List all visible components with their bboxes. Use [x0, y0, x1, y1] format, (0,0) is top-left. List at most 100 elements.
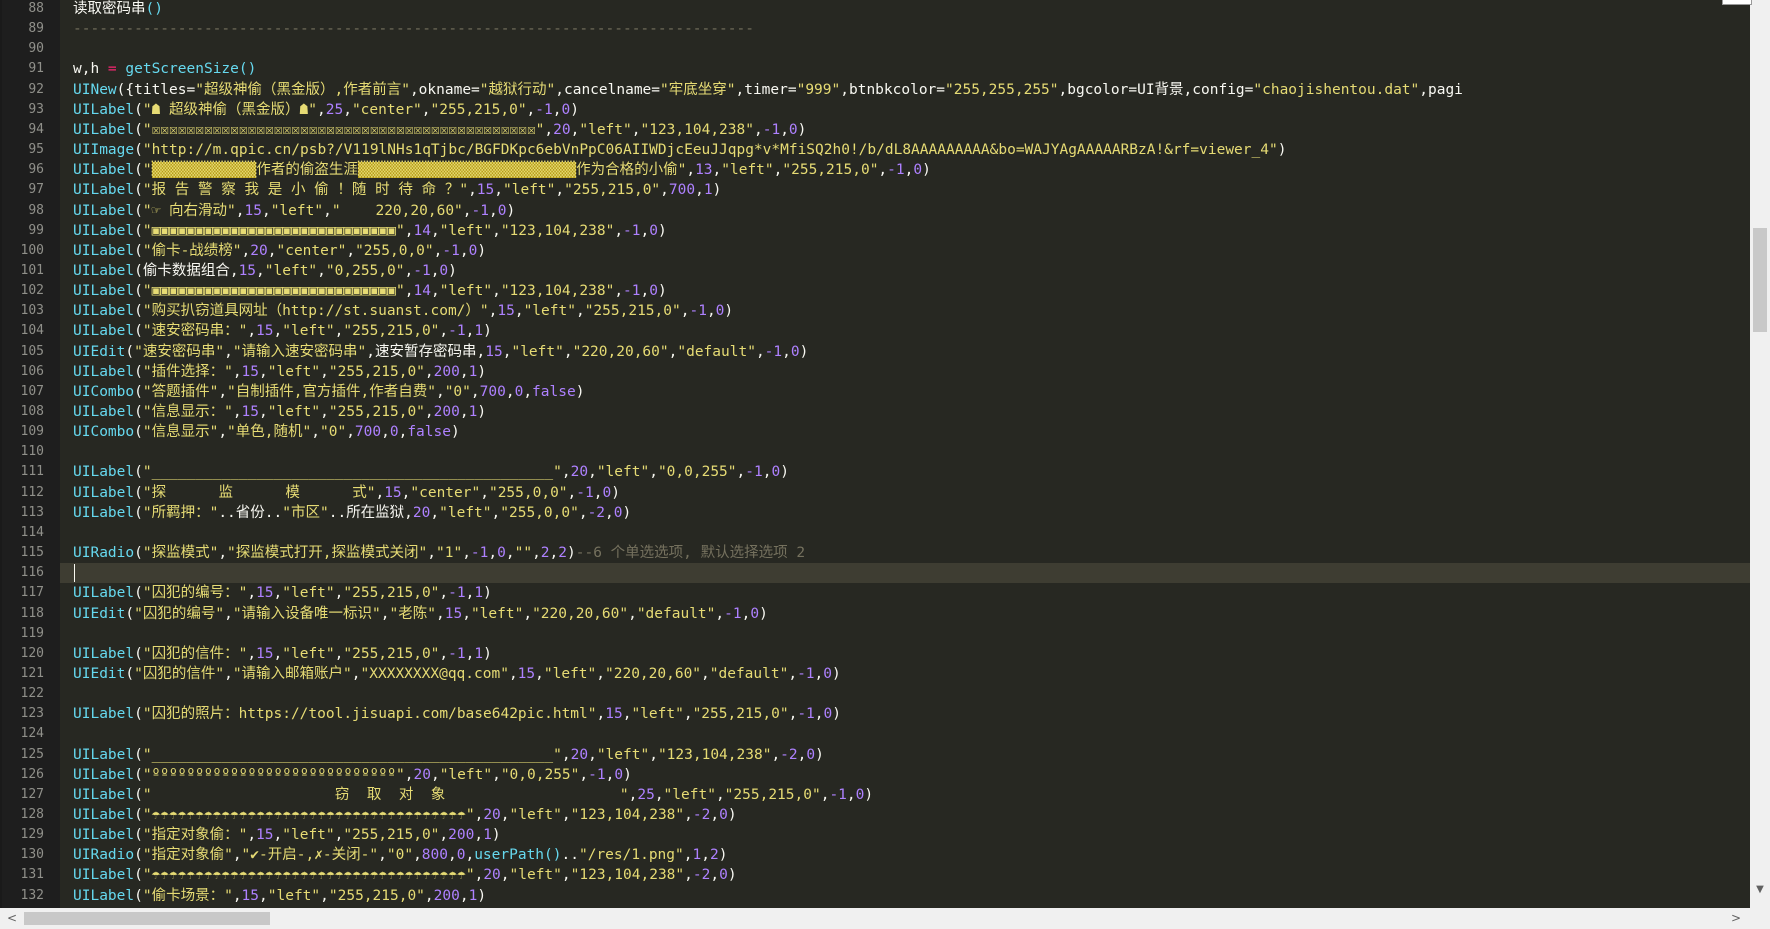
code-line[interactable]: UILabel("囚犯的编号：",15,"left","255,215,0",-…: [73, 583, 492, 603]
code-token: ,: [605, 505, 614, 521]
code-line[interactable]: UILabel("▣▣▣▣▣▣▣▣▣▣▣▣▣▣▣▣▣▣▣▣▣▣▣▣▣▣▣▣",1…: [73, 221, 667, 241]
code-line[interactable]: UILabel("☞ 向右滑动",15,"left"," 220,20,60",…: [73, 201, 515, 221]
code-line[interactable]: UILabel("_______________________________…: [73, 745, 824, 765]
code-line[interactable]: UILabel("信息显示：",15,"left","255,215,0",20…: [73, 402, 486, 422]
scroll-right-arrow-icon[interactable]: >: [1726, 908, 1746, 929]
code-token: "偷卡-战绩榜": [142, 243, 242, 259]
code-token: 15: [476, 182, 495, 198]
code-line[interactable]: UILabel("购买扒窃道具网址（http://st.suanst.com/）…: [73, 301, 733, 321]
code-line[interactable]: 读取密码串(): [73, 0, 163, 19]
vertical-scrollbar[interactable]: ▼: [1750, 0, 1770, 908]
scroll-down-arrow-icon[interactable]: ▼: [1750, 880, 1770, 900]
code-line[interactable]: UIEdit("速安密码串","请输入速安密码串",速安暂存密码串,15,"le…: [73, 342, 808, 362]
code-token: 20: [250, 243, 268, 259]
code-token: "left": [523, 303, 576, 319]
code-token: UILabel: [73, 706, 135, 722]
code-line[interactable]: UILabel("所羁押："..省份.."市区"..所在监狱,20,"left"…: [73, 503, 631, 523]
code-line[interactable]: UILabel("探 监 模 式",15,"center","255,0,0",…: [73, 483, 620, 503]
code-line[interactable]: UINew({titles="超级神偷（黑金版）,作者前言",okname="越…: [73, 80, 1463, 100]
code-token: ,: [480, 485, 489, 501]
code-line[interactable]: UIRadio("探监模式","探监模式打开,探监模式关闭","1",-1,0,…: [73, 543, 805, 563]
code-token: UIEdit: [73, 606, 126, 622]
code-line[interactable]: UILabel("☒☒☒☒☒☒☒☒☒☒☒☒☒☒☒☒☒☒☒☒☒☒☒☒☒☒☒☒☒☒☒…: [73, 120, 806, 140]
code-token: ,: [474, 807, 484, 823]
code-token: 0: [788, 122, 798, 138]
code-token: ,速安暂存密码串,: [366, 344, 486, 360]
code-line[interactable]: UILabel("☂☂☂☂☂☂☂☂☂☂☂☂☂☂☂☂☂☂☂☂☂☂☂☂☂☂☂☂☂☂☂…: [73, 805, 737, 825]
code-token: "left": [267, 404, 321, 420]
code-line[interactable]: UILabel("▒▒▒▒▒▒▒▒▒▒▒▒作者的偷盗生涯▒▒▒▒▒▒▒▒▒▒▒▒…: [73, 160, 931, 180]
code-token: ,: [563, 344, 573, 360]
code-token: -1: [797, 706, 815, 722]
code-token: ): [724, 303, 734, 319]
code-line[interactable]: UILabel("偷卡场景：",15,"left","255,215,0",20…: [73, 886, 486, 906]
code-line[interactable]: UICombo("答题插件","自制插件,官方插件,作者自费","0",700,…: [73, 382, 584, 402]
code-line[interactable]: UILabel("☗ 超级神偷（黑金版）☗",25,"center","255,…: [73, 100, 579, 120]
code-token: ): [815, 747, 824, 763]
code-token: ,: [430, 767, 440, 783]
code-line[interactable]: UILabel("囚犯的信件：",15,"left","255,215,0",-…: [73, 644, 492, 664]
code-line[interactable]: UIRadio("指定对象偷","✔-开启-,✗-关闭-","0",800,0,…: [73, 845, 727, 865]
code-line[interactable]: UILabel("▣▣▣▣▣▣▣▣▣▣▣▣▣▣▣▣▣▣▣▣▣▣▣▣▣▣▣▣",1…: [73, 281, 667, 301]
code-token: ,: [439, 323, 449, 339]
code-line[interactable]: UIEdit("囚犯的编号","请输入设备唯一标识","老陈",15,"left…: [73, 604, 768, 624]
code-line[interactable]: UILabel(偷卡数据组合,15,"left","0,255,0",-1,0): [73, 261, 457, 281]
code-token: ,: [780, 122, 789, 138]
code-token: "255,215,0": [343, 646, 440, 662]
code-token: 15: [238, 263, 257, 279]
code-token: "自制插件,官方插件,作者自费": [227, 384, 436, 400]
code-line[interactable]: UILabel("囚犯的照片：https://tool.jisuapi.com/…: [73, 704, 841, 724]
code-line[interactable]: UILabel("报 告 警 察 我 是 小 偷 ！随 时 待 命 ？",15,…: [73, 180, 721, 200]
line-number: 118: [20, 606, 44, 621]
code-token: 0: [439, 263, 449, 279]
code-token: 1: [692, 847, 702, 863]
window-corner-control[interactable]: [1722, 0, 1752, 5]
code-token: -1: [764, 344, 783, 360]
code-token: (: [134, 867, 143, 883]
code-token: ,: [436, 606, 445, 622]
code-token: UILabel: [73, 303, 135, 319]
code-token: "255,215,0": [782, 162, 879, 178]
scroll-left-arrow-icon[interactable]: <: [2, 908, 22, 929]
code-line[interactable]: UILabel("ºººººººººººººººººººººººººººº",2…: [73, 765, 632, 785]
horizontal-scroll-thumb[interactable]: [24, 912, 270, 925]
code-line[interactable]: UILabel("插件选择：",15,"left","255,215,0",20…: [73, 362, 486, 382]
code-line[interactable]: UILabel("速安密码串：",15,"left","255,215,0",-…: [73, 321, 492, 341]
line-number: 113: [20, 505, 44, 520]
code-token: UILabel: [73, 203, 135, 219]
code-token: "left": [631, 706, 684, 722]
horizontal-scrollbar[interactable]: < >: [0, 908, 1770, 929]
code-token: ,: [404, 263, 414, 279]
code-editor[interactable]: 88 89 90 91 92 93 94 95 96 97 98 99 100 101 102 103 104 1…: [0, 0, 1770, 929]
code-token: ,: [247, 646, 257, 662]
code-area[interactable]: 读取密码串() ---------------------------------…: [60, 0, 1750, 908]
code-line[interactable]: UILabel("_______________________________…: [73, 462, 789, 482]
line-number: 132: [20, 888, 44, 903]
code-token: "购买扒窃道具网址（http://st.suanst.com/）": [142, 303, 489, 319]
code-token: ): [448, 263, 457, 279]
code-token: ,: [346, 243, 356, 259]
line-number: 119: [20, 626, 44, 641]
code-token: ,: [218, 545, 228, 561]
code-token: "1": [435, 545, 463, 561]
code-line[interactable]: UICombo("信息显示","单色,随机","0",700,0,false): [73, 422, 460, 442]
code-token: "市区": [282, 505, 329, 521]
code-token: false: [407, 424, 451, 440]
code-line[interactable]: w,h = getScreenSize(): [73, 59, 256, 79]
code-line[interactable]: UILabel("指定对象偷：",15,"left","255,215,0",2…: [73, 825, 501, 845]
code-line[interactable]: UILabel("☂☂☂☂☂☂☂☂☂☂☂☂☂☂☂☂☂☂☂☂☂☂☂☂☂☂☂☂☂☂☂…: [73, 865, 737, 885]
code-token: ,: [505, 384, 515, 400]
code-token: ): [506, 203, 516, 219]
code-line[interactable]: UILabel("偷卡-战绩榜",20,"center","255,0,0",-…: [73, 241, 486, 261]
code-line[interactable]: UILabel(" 窃 取 对 象 ",25,"left","255,215,0…: [73, 785, 873, 805]
code-token: 1: [474, 323, 484, 339]
code-token: 20: [483, 867, 501, 883]
code-token: 20: [412, 505, 431, 521]
vertical-scroll-thumb[interactable]: [1753, 228, 1767, 332]
code-token: 0: [613, 505, 623, 521]
code-line[interactable]: UIImage("http://m.qpic.cn/psb?/V119lNHs1…: [73, 140, 1286, 160]
code-line[interactable]: ----------------------------------------…: [73, 19, 754, 39]
code-token: 0: [497, 545, 506, 561]
line-number: 100: [20, 243, 44, 258]
code-line[interactable]: UIEdit("囚犯的信件","请输入邮箱账户","XXXXXXXX@qq.co…: [73, 664, 841, 684]
